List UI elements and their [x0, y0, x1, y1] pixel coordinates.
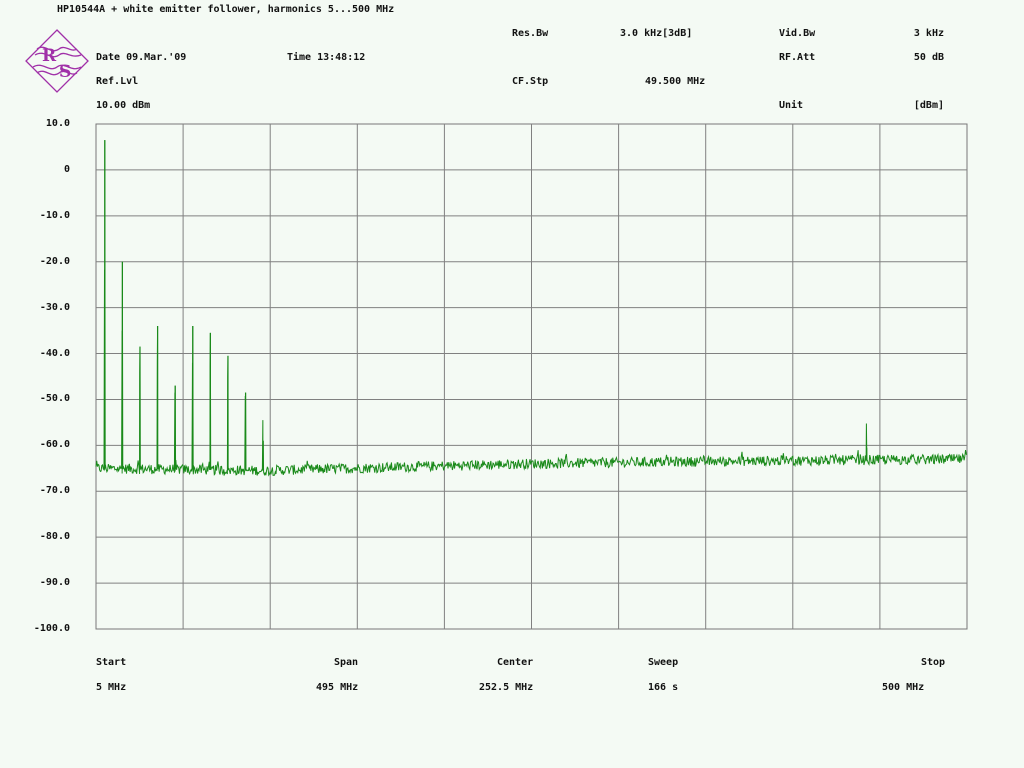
span-value: 495 MHz [316, 682, 359, 693]
sweep-label: Sweep [648, 657, 679, 668]
span-label: Span [334, 657, 359, 668]
center-value: 252.5 MHz [479, 682, 534, 693]
stop-label: Stop [921, 657, 946, 668]
start-label: Start [96, 657, 127, 668]
center-label: Center [497, 657, 534, 668]
sweep-value: 166 s [648, 682, 679, 693]
start-value: 5 MHz [96, 682, 127, 693]
spectrum-plot [95, 123, 968, 630]
stop-value: 500 MHz [882, 682, 925, 693]
